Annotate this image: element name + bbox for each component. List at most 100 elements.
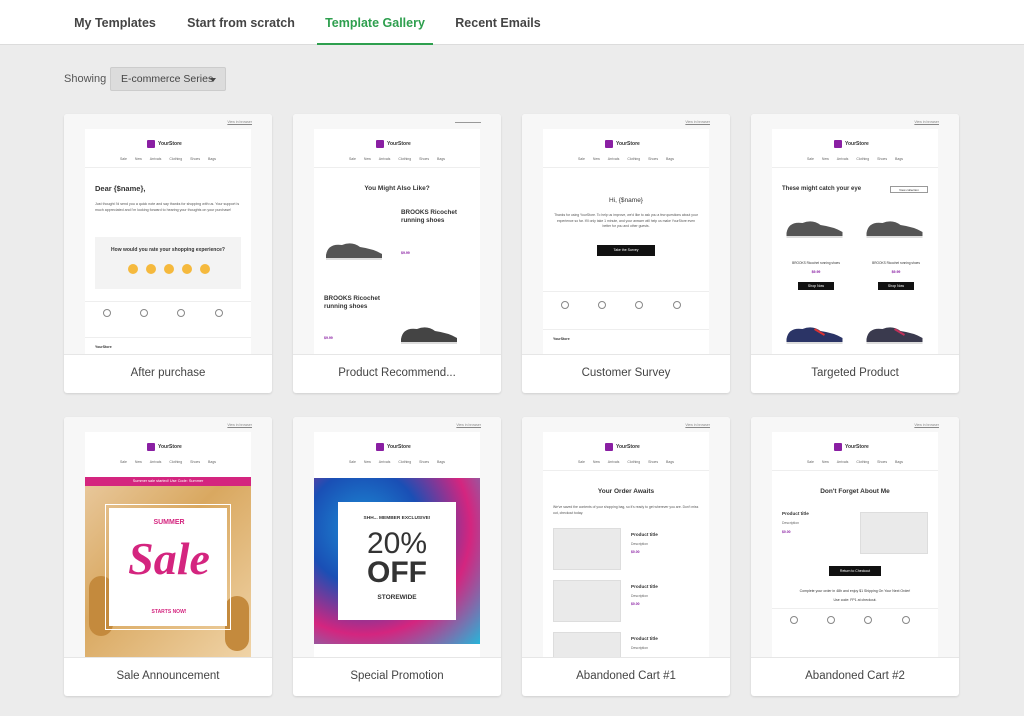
series-dropdown[interactable]: E-commerce Series [110, 67, 226, 91]
sale-starts-text: STARTS NOW! [151, 609, 187, 615]
template-name: Targeted Product [811, 367, 899, 379]
product-price: $0.00 [631, 550, 640, 554]
template-card-special-promotion[interactable]: View in browser YourStore Sale New Arriv… [293, 417, 501, 696]
email-preview: YourStore Sale New Arrivals Clothing Sho… [772, 129, 938, 354]
email-nav: Sale New Arrivals Clothing Shoes Bags [119, 157, 217, 161]
store-logo-icon [834, 140, 842, 148]
email-body: Thanks for using YourStore. To help us i… [554, 213, 698, 228]
footer-store-name: YourStore [553, 337, 570, 341]
product-title: Product title [631, 584, 658, 589]
view-in-browser-link: View in browser [914, 423, 939, 427]
view-in-browser-link: View in browser [914, 120, 939, 124]
template-preview: View in browser YourStore Sale New Arriv… [751, 114, 959, 355]
tab-recent-emails[interactable]: Recent Emails [452, 0, 544, 45]
store-logo-icon [605, 140, 613, 148]
store-name: YourStore [616, 141, 640, 147]
template-preview: View in browser YourStore Sale New Arriv… [293, 417, 501, 658]
hassle-free-returns-icon [215, 309, 223, 317]
take-survey-button: Take the Survey [597, 245, 655, 256]
promo-off: OFF [367, 556, 427, 589]
hassle-free-returns-icon [902, 616, 910, 624]
product-name: BROOKS Ricochet running shoes [792, 261, 840, 265]
email-body: Complete your order in 48h and enjoy $1 … [799, 589, 911, 593]
email-nav: Sale New Arrivals Clothing Shoes Bags [806, 460, 904, 464]
running-shoe-image [866, 327, 923, 344]
template-name: Special Promotion [350, 670, 444, 682]
product-description: Description [631, 542, 648, 546]
template-preview: View in browser YourStore Sale New Arriv… [751, 417, 959, 658]
free-shipping-icon [598, 301, 606, 309]
template-card-product-recommend[interactable]: YourStore Sale New Arrivals Clothing Sho… [293, 114, 501, 393]
template-card-abandoned-cart-1[interactable]: View in browser YourStore Sale New Arriv… [522, 417, 730, 696]
product-image-placeholder [860, 512, 928, 554]
view-collection-button: View collection [890, 186, 928, 193]
store-name: YourStore [158, 444, 182, 450]
satisfaction-icon [864, 616, 872, 624]
store-logo-icon [376, 443, 384, 451]
sale-box: SUMMER Sale STARTS NOW! [105, 504, 231, 630]
view-in-browser-link: View in browser [685, 423, 710, 427]
email-heading: You Might Also Like? [364, 185, 430, 192]
shop-now-button: Shop Now [878, 282, 914, 290]
view-in-browser-link: View in browser [456, 423, 481, 427]
running-shoe-image [326, 243, 382, 260]
shop-now-button: Shop Now [798, 282, 834, 290]
store-logo-icon [147, 443, 155, 451]
product-image-placeholder [553, 632, 621, 657]
product-name: BROOKS Ricochet running shoes [872, 261, 920, 265]
email-preview: YourStore Sale New Arrivals Clothing Sho… [543, 432, 709, 657]
email-preview: YourStore Sale New Arrivals Clothing Sho… [772, 432, 938, 657]
customer-service-icon [561, 301, 569, 309]
product-price: $9.99 [811, 270, 821, 274]
template-card-after-purchase[interactable]: View in browser YourStore Sale New Arriv… [64, 114, 272, 393]
template-name: Abandoned Cart #2 [805, 670, 905, 682]
template-card-targeted-product[interactable]: View in browser YourStore Sale New Arriv… [751, 114, 959, 393]
caret-down-icon [210, 78, 216, 82]
email-preview: YourStore Sale New Arrivals Clothing Sho… [85, 129, 251, 354]
product-price: $0.00 [631, 602, 640, 606]
running-shoe-image [786, 327, 843, 344]
email-preview: YourStore Sale New Arrivals Clothing Sho… [85, 432, 251, 657]
store-logo-icon [605, 443, 613, 451]
email-preview: YourStore Sale New Arrivals Clothing Sho… [543, 129, 709, 354]
customer-service-icon [103, 309, 111, 317]
pineapple-image [225, 596, 249, 651]
tab-my-templates[interactable]: My Templates [68, 0, 162, 45]
product-image-placeholder [553, 528, 621, 570]
email-preview: YourStore Sale New Arrivals Clothing Sho… [314, 129, 480, 354]
product-description: Description [631, 594, 648, 598]
rating-emoji-icons [128, 264, 210, 274]
template-preview: YourStore Sale New Arrivals Clothing Sho… [293, 114, 501, 355]
free-shipping-icon [827, 616, 835, 624]
tab-template-gallery[interactable]: Template Gallery [317, 0, 433, 45]
template-card-sale-announcement[interactable]: View in browser YourStore Sale New Arriv… [64, 417, 272, 696]
product-image-placeholder [553, 580, 621, 622]
tab-start-from-scratch[interactable]: Start from scratch [184, 0, 298, 45]
series-dropdown-value: E-commerce Series [121, 73, 214, 85]
template-name: Product Recommend... [338, 367, 456, 379]
product-title: Product title [782, 511, 809, 516]
email-body: Just thought I'd send you a quick note a… [95, 202, 240, 212]
sale-banner: Summer sale started! Use Code: Summer [85, 477, 251, 486]
top-navigation: My Templates Start from scratch Template… [0, 0, 1024, 45]
template-name: Sale Announcement [116, 670, 220, 682]
product-price: $9.99 [324, 336, 333, 340]
template-card-abandoned-cart-2[interactable]: View in browser YourStore Sale New Arriv… [751, 417, 959, 696]
customer-service-icon [790, 616, 798, 624]
store-name: YourStore [158, 141, 182, 147]
product-name: BROOKS Ricochet running shoes [401, 209, 457, 224]
email-heading: These might catch your eye [782, 186, 862, 192]
product-price: $9.99 [891, 270, 901, 274]
running-shoe-image [786, 221, 843, 238]
sale-summer-text: SUMMER [153, 519, 185, 526]
free-shipping-icon [140, 309, 148, 317]
store-name: YourStore [845, 444, 869, 450]
store-logo-icon [376, 140, 384, 148]
email-nav: Sale New Arrivals Clothing Shoes Bags [348, 460, 446, 464]
template-name: Customer Survey [581, 367, 671, 379]
email-nav: Sale New Arrivals Clothing Shoes Bags [577, 460, 675, 464]
email-nav: Sale New Arrivals Clothing Shoes Bags [577, 157, 675, 161]
template-card-customer-survey[interactable]: View in browser YourStore Sale New Arriv… [522, 114, 730, 393]
product-price: $9.99 [401, 251, 410, 255]
filter-label: Showing [64, 73, 107, 85]
